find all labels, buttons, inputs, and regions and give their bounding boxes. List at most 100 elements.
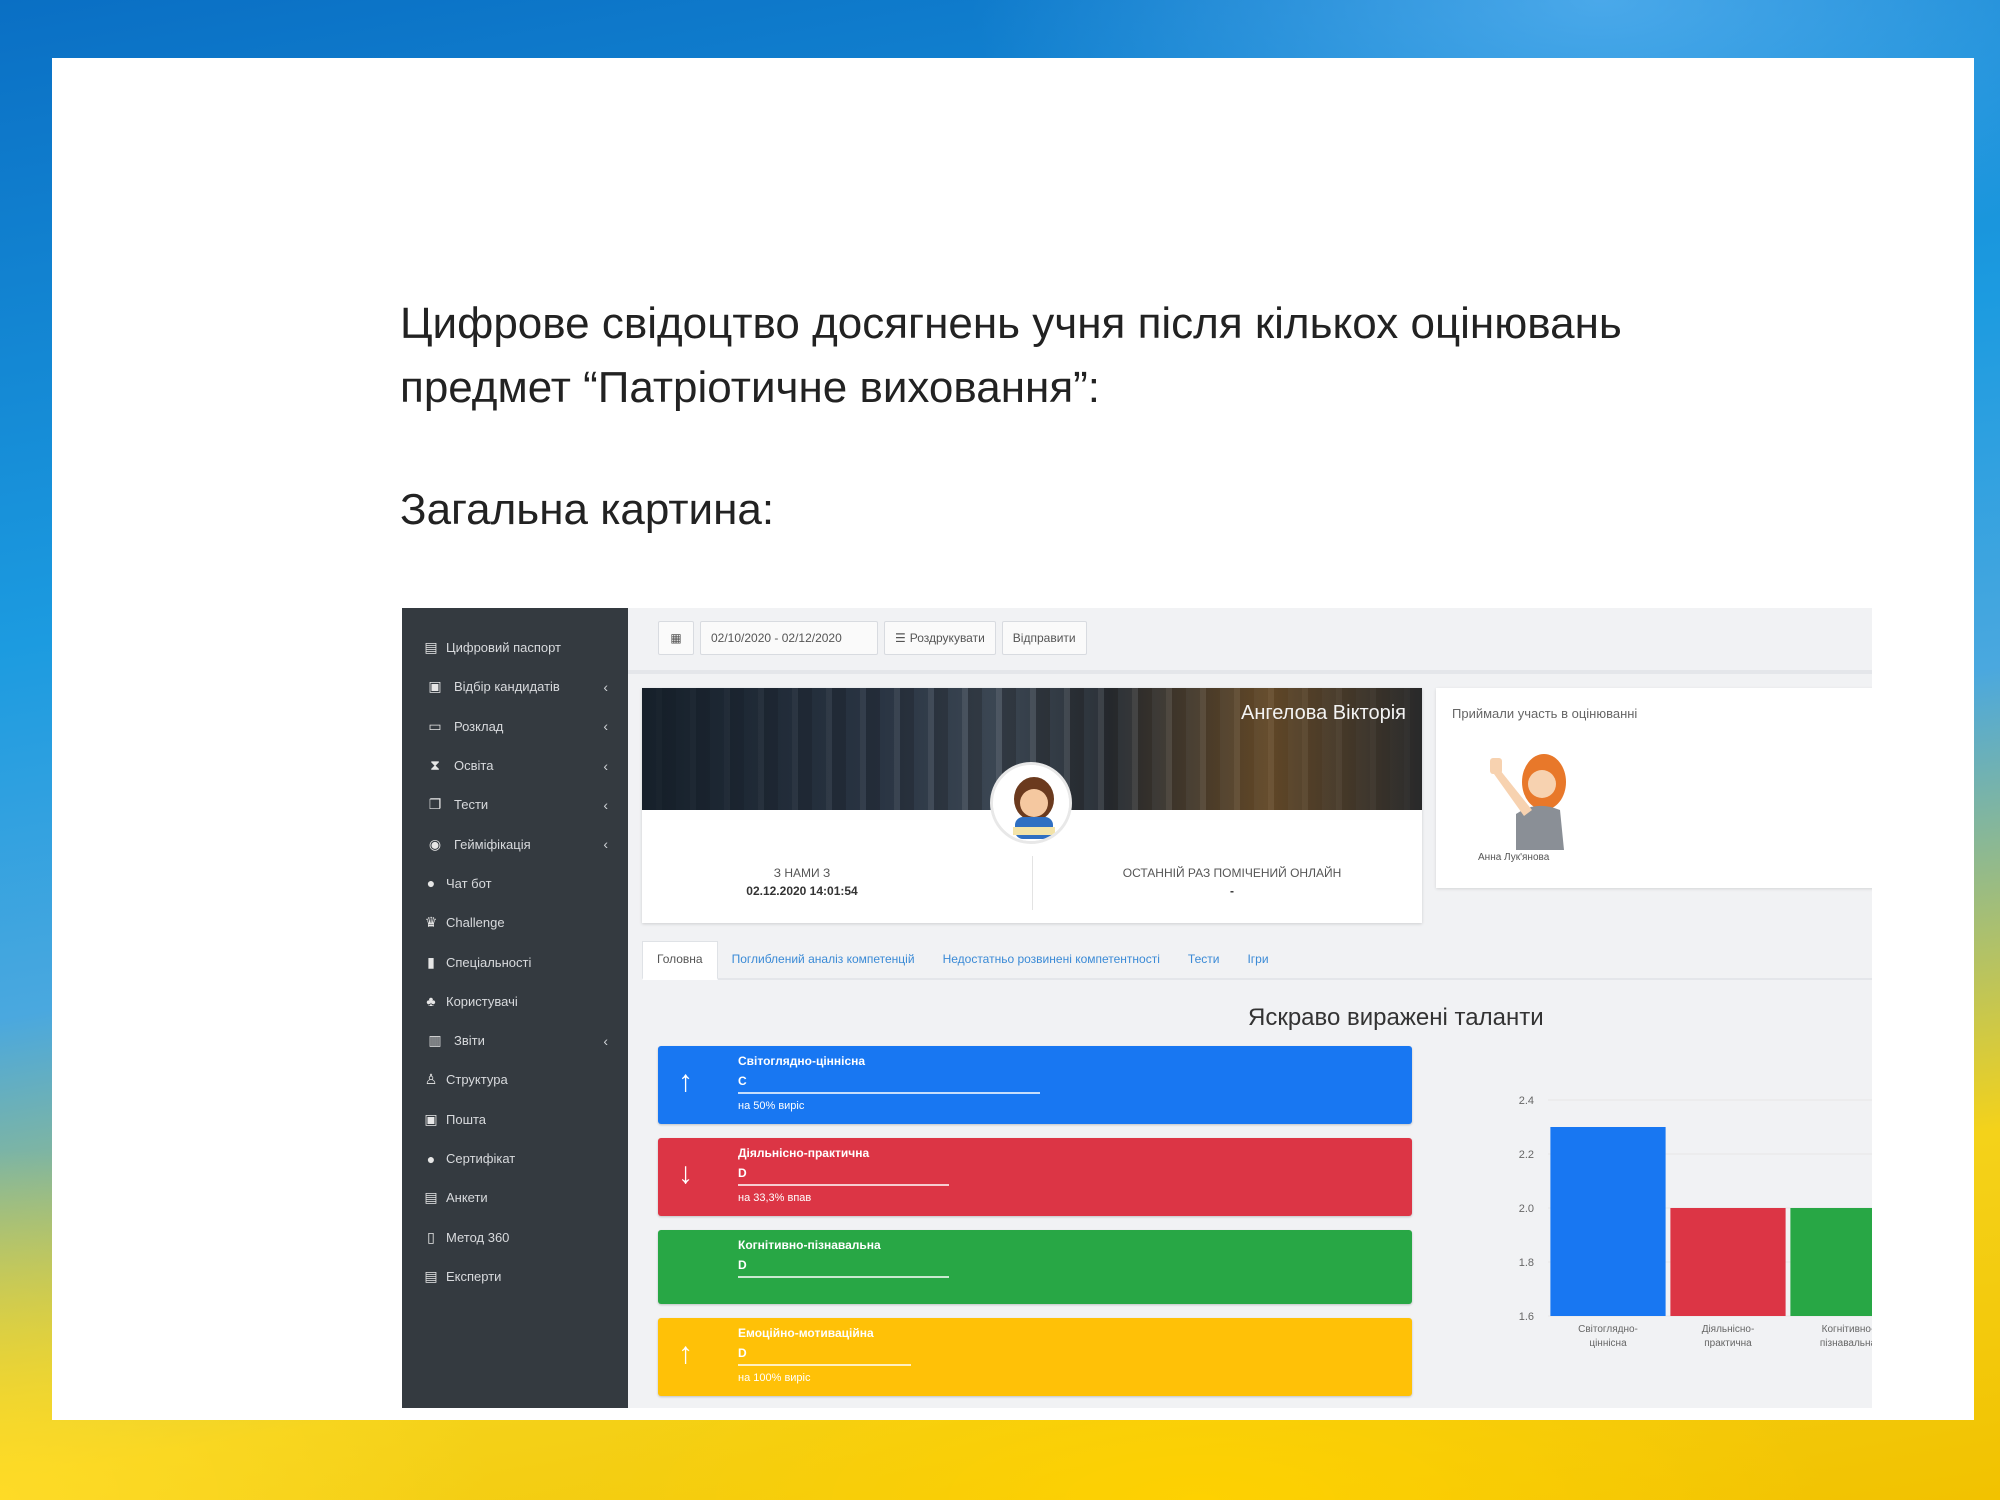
bar	[1670, 1208, 1786, 1316]
sidebar-item[interactable]: ♙ Структура	[402, 1060, 628, 1099]
mail-icon: ▣	[424, 1110, 438, 1127]
sidebar-item[interactable]: ▮ Спеціальності	[402, 942, 628, 981]
tab[interactable]: Поглиблений аналіз компетенцій	[718, 952, 929, 978]
with-us-label: З НАМИ З	[773, 866, 831, 880]
tab[interactable]: Головна	[642, 941, 718, 980]
talent-progress-line	[738, 1092, 1040, 1094]
app-screenshot: ▤ Цифровий паспорт ▣ Відбір кандидатів ‹ ▭ Роз…	[402, 608, 1872, 1408]
talent-note: на 100% виріс	[738, 1372, 811, 1384]
talent-card: Когнітивно-пізнавальна D	[658, 1230, 1412, 1304]
tab[interactable]: Недостатньо розвинені компетентності	[929, 952, 1174, 978]
sidebar-item[interactable]: ◉ Гейміфікація ‹	[402, 824, 628, 863]
chatbot-icon: ●	[426, 875, 436, 892]
structure-icon: ♙	[424, 1071, 438, 1088]
talent-grade: D	[738, 1166, 747, 1180]
x-tick-label: Світоглядно-	[1578, 1324, 1638, 1335]
chevron-left-icon: ‹	[603, 757, 608, 774]
gamepad-icon: ◉	[428, 835, 442, 852]
talent-name: Емоційно-мотиваційна	[738, 1326, 874, 1340]
chevron-left-icon: ‹	[603, 678, 608, 695]
sidebar-item-label: Експерти	[446, 1268, 502, 1284]
talent-progress-line	[738, 1184, 949, 1186]
chevron-left-icon: ‹	[603, 836, 608, 853]
sidebar-item[interactable]: ♣ Користувачі	[402, 982, 628, 1021]
sidebar-item[interactable]: ▤ Цифровий паспорт	[402, 628, 628, 667]
with-us-stat: З НАМИ З 02.12.2020 14:01:54	[742, 866, 862, 898]
certificate-icon: ●	[426, 1150, 436, 1167]
bar	[1790, 1208, 1872, 1316]
talent-grade: D	[738, 1346, 747, 1360]
sidebar-item-label: Цифровий паспорт	[446, 640, 562, 656]
sidebar-item[interactable]: ♛ Challenge	[402, 903, 628, 942]
chevron-left-icon: ‹	[603, 718, 608, 735]
calendar-icon: ▦	[670, 631, 682, 645]
avatar	[990, 762, 1072, 844]
last-online-label: ОСТАННІЙ РАЗ ПОМІЧЕНИЙ ОНЛАЙН	[1122, 866, 1342, 880]
tab[interactable]: Ігри	[1233, 952, 1282, 978]
calendar-button[interactable]: ▦	[658, 621, 694, 655]
last-online-stat: ОСТАННІЙ РАЗ ПОМІЧЕНИЙ ОНЛАЙН -	[1082, 866, 1382, 898]
sidebar-item[interactable]: ▤ Анкети	[402, 1178, 628, 1217]
sidebar-item-label: Структура	[446, 1072, 508, 1088]
talents-bar-chart: 2.4 2.2 2.0 1.8 1.6 Світоглядно-ціннісна Діяль…	[1519, 1095, 1872, 1349]
users-icon: ♣	[426, 993, 436, 1010]
sidebar-item-label: Сертифікат	[446, 1151, 516, 1166]
tab[interactable]: Тести	[1174, 952, 1234, 978]
sidebar-item[interactable]: ▣ Відбір кандидатів ‹	[402, 667, 628, 706]
list-icon: ☰	[895, 631, 906, 645]
send-button[interactable]: Відправити	[1001, 621, 1087, 655]
trophy-icon: ♛	[424, 914, 438, 931]
sidebar-item[interactable]: ▤ Експерти	[402, 1257, 628, 1296]
talent-note: на 33,3% впав	[738, 1192, 812, 1204]
arrow-up-icon: ↑	[678, 1065, 693, 1098]
assessor-avatar	[1490, 754, 1566, 850]
x-tick-label: пізнавальна	[1820, 1338, 1872, 1349]
schedule-icon: ▭	[428, 717, 442, 734]
talent-name: Світоглядно-ціннісна	[738, 1054, 866, 1068]
sidebar-item-label: Пошта	[446, 1111, 487, 1127]
tests-icon: ❐	[428, 796, 442, 813]
specialties-icon: ▮	[427, 953, 435, 970]
assessor-name: Анна Лук'янова	[1478, 852, 1550, 863]
y-tick-label: 2.0	[1519, 1203, 1534, 1215]
sidebar-item[interactable]: ▭ Розклад ‹	[402, 707, 628, 746]
sidebar-item[interactable]: ● Сертифікат	[402, 1139, 628, 1178]
talent-name: Діяльнісно-практична	[738, 1146, 870, 1160]
x-tick-label: практична	[1704, 1338, 1752, 1349]
candidates-icon: ▣	[428, 678, 442, 695]
date-range-input[interactable]: 02/10/2020 - 02/12/2020	[700, 621, 878, 655]
sidebar-item[interactable]: ▥ Звіти ‹	[402, 1021, 628, 1060]
participants-title: Приймали участь в оцінюванні	[1452, 706, 1638, 721]
sidebar-item[interactable]: ⧗ Освіта ‹	[402, 746, 628, 785]
sidebar-item-label: Анкети	[446, 1190, 488, 1206]
slide-subheading: Загальна картина:	[400, 485, 775, 534]
x-tick-label: ціннісна	[1589, 1338, 1627, 1349]
sidebar-item[interactable]: ▣ Пошта	[402, 1100, 628, 1139]
sidebar-item-label: Освіта	[454, 758, 494, 774]
passport-icon: ▤	[424, 639, 438, 656]
reports-icon: ▥	[428, 1032, 442, 1049]
sidebar-item-label: Гейміфікація	[454, 836, 531, 852]
surveys-icon: ▤	[424, 1189, 438, 1206]
sidebar-item-label: Відбір кандидатів	[454, 679, 560, 695]
talent-progress-line	[738, 1364, 911, 1366]
arrow-down-icon: ↓	[678, 1157, 693, 1190]
sidebar-item-label: Challenge	[446, 915, 505, 931]
sidebar-item[interactable]: ▯ Метод 360	[402, 1217, 628, 1256]
talent-grade: D	[738, 1258, 747, 1272]
toolbar: ▦ 02/10/2020 - 02/12/2020 ☰ Роздрукувати …	[658, 620, 1087, 656]
sidebar-item-label: Метод 360	[446, 1229, 510, 1245]
print-button[interactable]: ☰ Роздрукувати	[884, 621, 996, 655]
talent-card: ↑ Світоглядно-ціннісна Cна 50% виріс	[658, 1046, 1412, 1124]
talent-name: Когнітивно-пізнавальна	[738, 1238, 881, 1252]
sidebar-item-label: Спеціальності	[446, 954, 532, 970]
sidebar-item[interactable]: ❐ Тести ‹	[402, 785, 628, 824]
profile-name: Ангелова Вікторія	[1240, 702, 1406, 724]
talent-progress-line	[738, 1276, 949, 1278]
main-panel: ▦ 02/10/2020 - 02/12/2020 ☰ Роздрукувати …	[628, 608, 1872, 1408]
talent-card: ↑ Емоційно-мотиваційна Dна 100% виріс	[658, 1318, 1412, 1396]
slide-heading: Цифрове свідоцтво досягнень учня після к…	[400, 292, 1800, 420]
y-tick-label: 1.8	[1519, 1257, 1534, 1269]
sidebar-item[interactable]: ● Чат бот	[402, 864, 628, 903]
participants-card: Приймали участь в оцінюванні Анна Лук'ян…	[1436, 688, 1872, 888]
